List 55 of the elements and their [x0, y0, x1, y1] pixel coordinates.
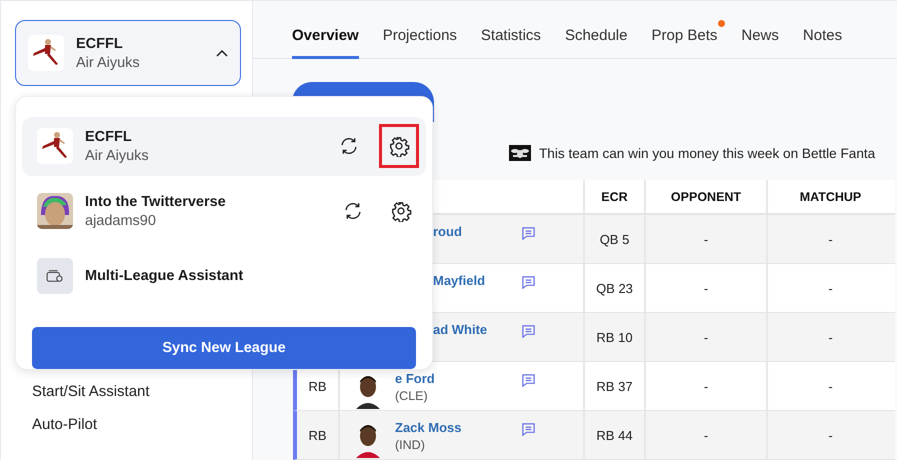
tab[interactable]: Statistics [480, 1, 541, 59]
table-cell: RB 44 [585, 411, 646, 459]
table-cell-text: - [827, 280, 834, 298]
sidebar-item[interactable]: Start/Sit Assistant [32, 383, 240, 400]
settings-icon [390, 200, 412, 222]
table-cell-text: - [827, 378, 834, 396]
comment-icon[interactable] [521, 324, 536, 339]
team-abbreviation: (IND) [395, 438, 426, 452]
table-cell-text: - [827, 426, 834, 444]
sidebar-item[interactable]: Auto-Pilot [32, 416, 240, 433]
league-name: ECFFL [85, 128, 133, 145]
team-abbreviation: (CLE) [395, 389, 429, 403]
wallet-icon [37, 258, 73, 294]
comment-icon[interactable] [521, 226, 536, 241]
table-cell: - [646, 215, 768, 263]
table-cell: QB 5 [585, 215, 646, 263]
league-item[interactable]: ECFFL Air Aiyuks [22, 117, 426, 176]
team-name: Air Aiyuks [85, 148, 150, 164]
tab[interactable]: Prop Bets [652, 1, 726, 59]
table-cell: - [646, 313, 768, 361]
player-link[interactable]: Zack Moss [395, 420, 462, 435]
tool-item[interactable]: Multi-League Assistant [22, 246, 426, 305]
league-selector[interactable]: ECFFL Air Aiyuks [15, 20, 241, 86]
team-name: ajadams90 [85, 212, 157, 229]
tab[interactable]: Schedule [564, 1, 628, 59]
league-name: ECFFL [76, 36, 124, 52]
comment-icon[interactable] [521, 373, 536, 388]
column-header: ECR [585, 180, 646, 213]
player-link[interactable]: roud [433, 224, 462, 239]
column-header: OPPONENT [646, 180, 768, 213]
league-name: Into the Twitterverse [85, 194, 227, 210]
team-name: Air Aiyuks [76, 54, 141, 70]
tab[interactable]: Overview [292, 1, 359, 59]
league-item[interactable]: Into the Twitterverse ajadams90 [22, 182, 426, 241]
table-cell-text: - [827, 328, 834, 346]
tab[interactable]: Notes [802, 1, 842, 59]
tab[interactable]: News [741, 1, 779, 59]
position-cell: RB [297, 411, 340, 459]
player-link[interactable]: e Ford [395, 371, 435, 386]
promo-text: This team can win you money this week on Bettle Fanta [539, 146, 876, 160]
settings-icon [388, 135, 410, 158]
table-cell: RB 10 [585, 313, 646, 361]
player-link[interactable]: Mayfield [433, 273, 486, 288]
tool-name: Multi-League Assistant [85, 268, 244, 284]
settings-button[interactable] [379, 124, 419, 168]
sync-league-button[interactable]: Sync New League [32, 326, 416, 370]
caret-icon [216, 49, 228, 57]
comment-icon[interactable] [521, 275, 536, 290]
column-header: MATCHUP [798, 188, 862, 206]
table-cell: - [646, 411, 768, 459]
comment-icon[interactable] [521, 422, 536, 437]
bee-logo-icon [509, 145, 531, 161]
table-cell-text: - [827, 230, 834, 248]
player-link[interactable]: ad White [433, 322, 488, 337]
tab[interactable]: Projections [382, 1, 457, 59]
